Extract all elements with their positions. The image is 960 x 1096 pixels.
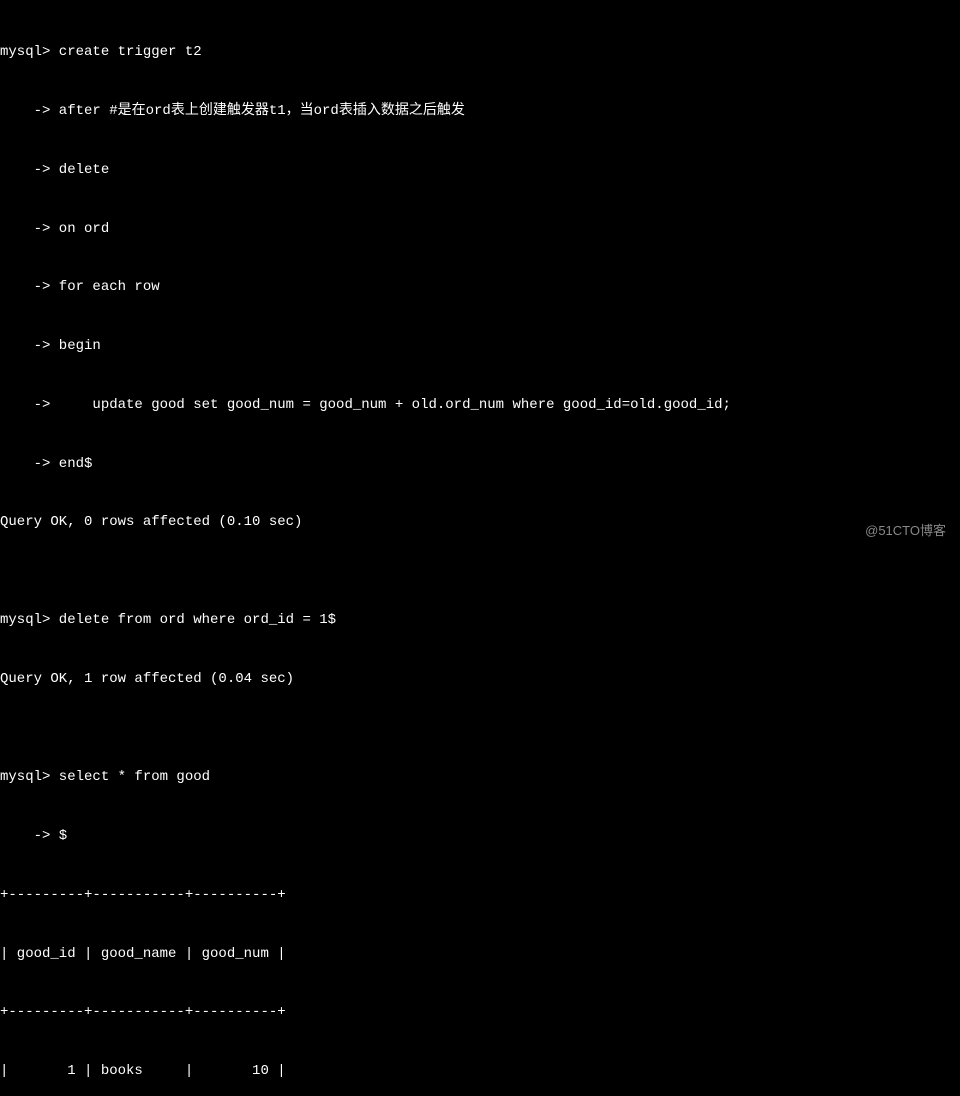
- terminal-line: -> begin: [0, 337, 960, 357]
- terminal-line: -> after #是在ord表上创建触发器t1，当ord表插入数据之后触发: [0, 102, 960, 122]
- terminal-line: | good_id | good_name | good_num |: [0, 945, 960, 965]
- terminal-output: mysql> create trigger t2 -> after #是在ord…: [0, 4, 960, 1096]
- terminal-line: Query OK, 1 row affected (0.04 sec): [0, 670, 960, 690]
- terminal-line: mysql> delete from ord where ord_id = 1$: [0, 611, 960, 631]
- terminal-line: mysql> create trigger t2: [0, 43, 960, 63]
- terminal-line: -> delete: [0, 161, 960, 181]
- terminal-line: -> for each row: [0, 278, 960, 298]
- terminal-line: -> end$: [0, 455, 960, 475]
- terminal-line: +---------+-----------+----------+: [0, 1003, 960, 1023]
- terminal-line: -> update good set good_num = good_num +…: [0, 396, 960, 416]
- watermark-text: @51CTO博客: [865, 522, 946, 540]
- terminal-line: -> on ord: [0, 220, 960, 240]
- terminal-line: +---------+-----------+----------+: [0, 886, 960, 906]
- terminal-line: -> $: [0, 827, 960, 847]
- terminal-line: Query OK, 0 rows affected (0.10 sec): [0, 513, 960, 533]
- terminal-line: mysql> select * from good: [0, 768, 960, 788]
- terminal-line: | 1 | books | 10 |: [0, 1062, 960, 1082]
